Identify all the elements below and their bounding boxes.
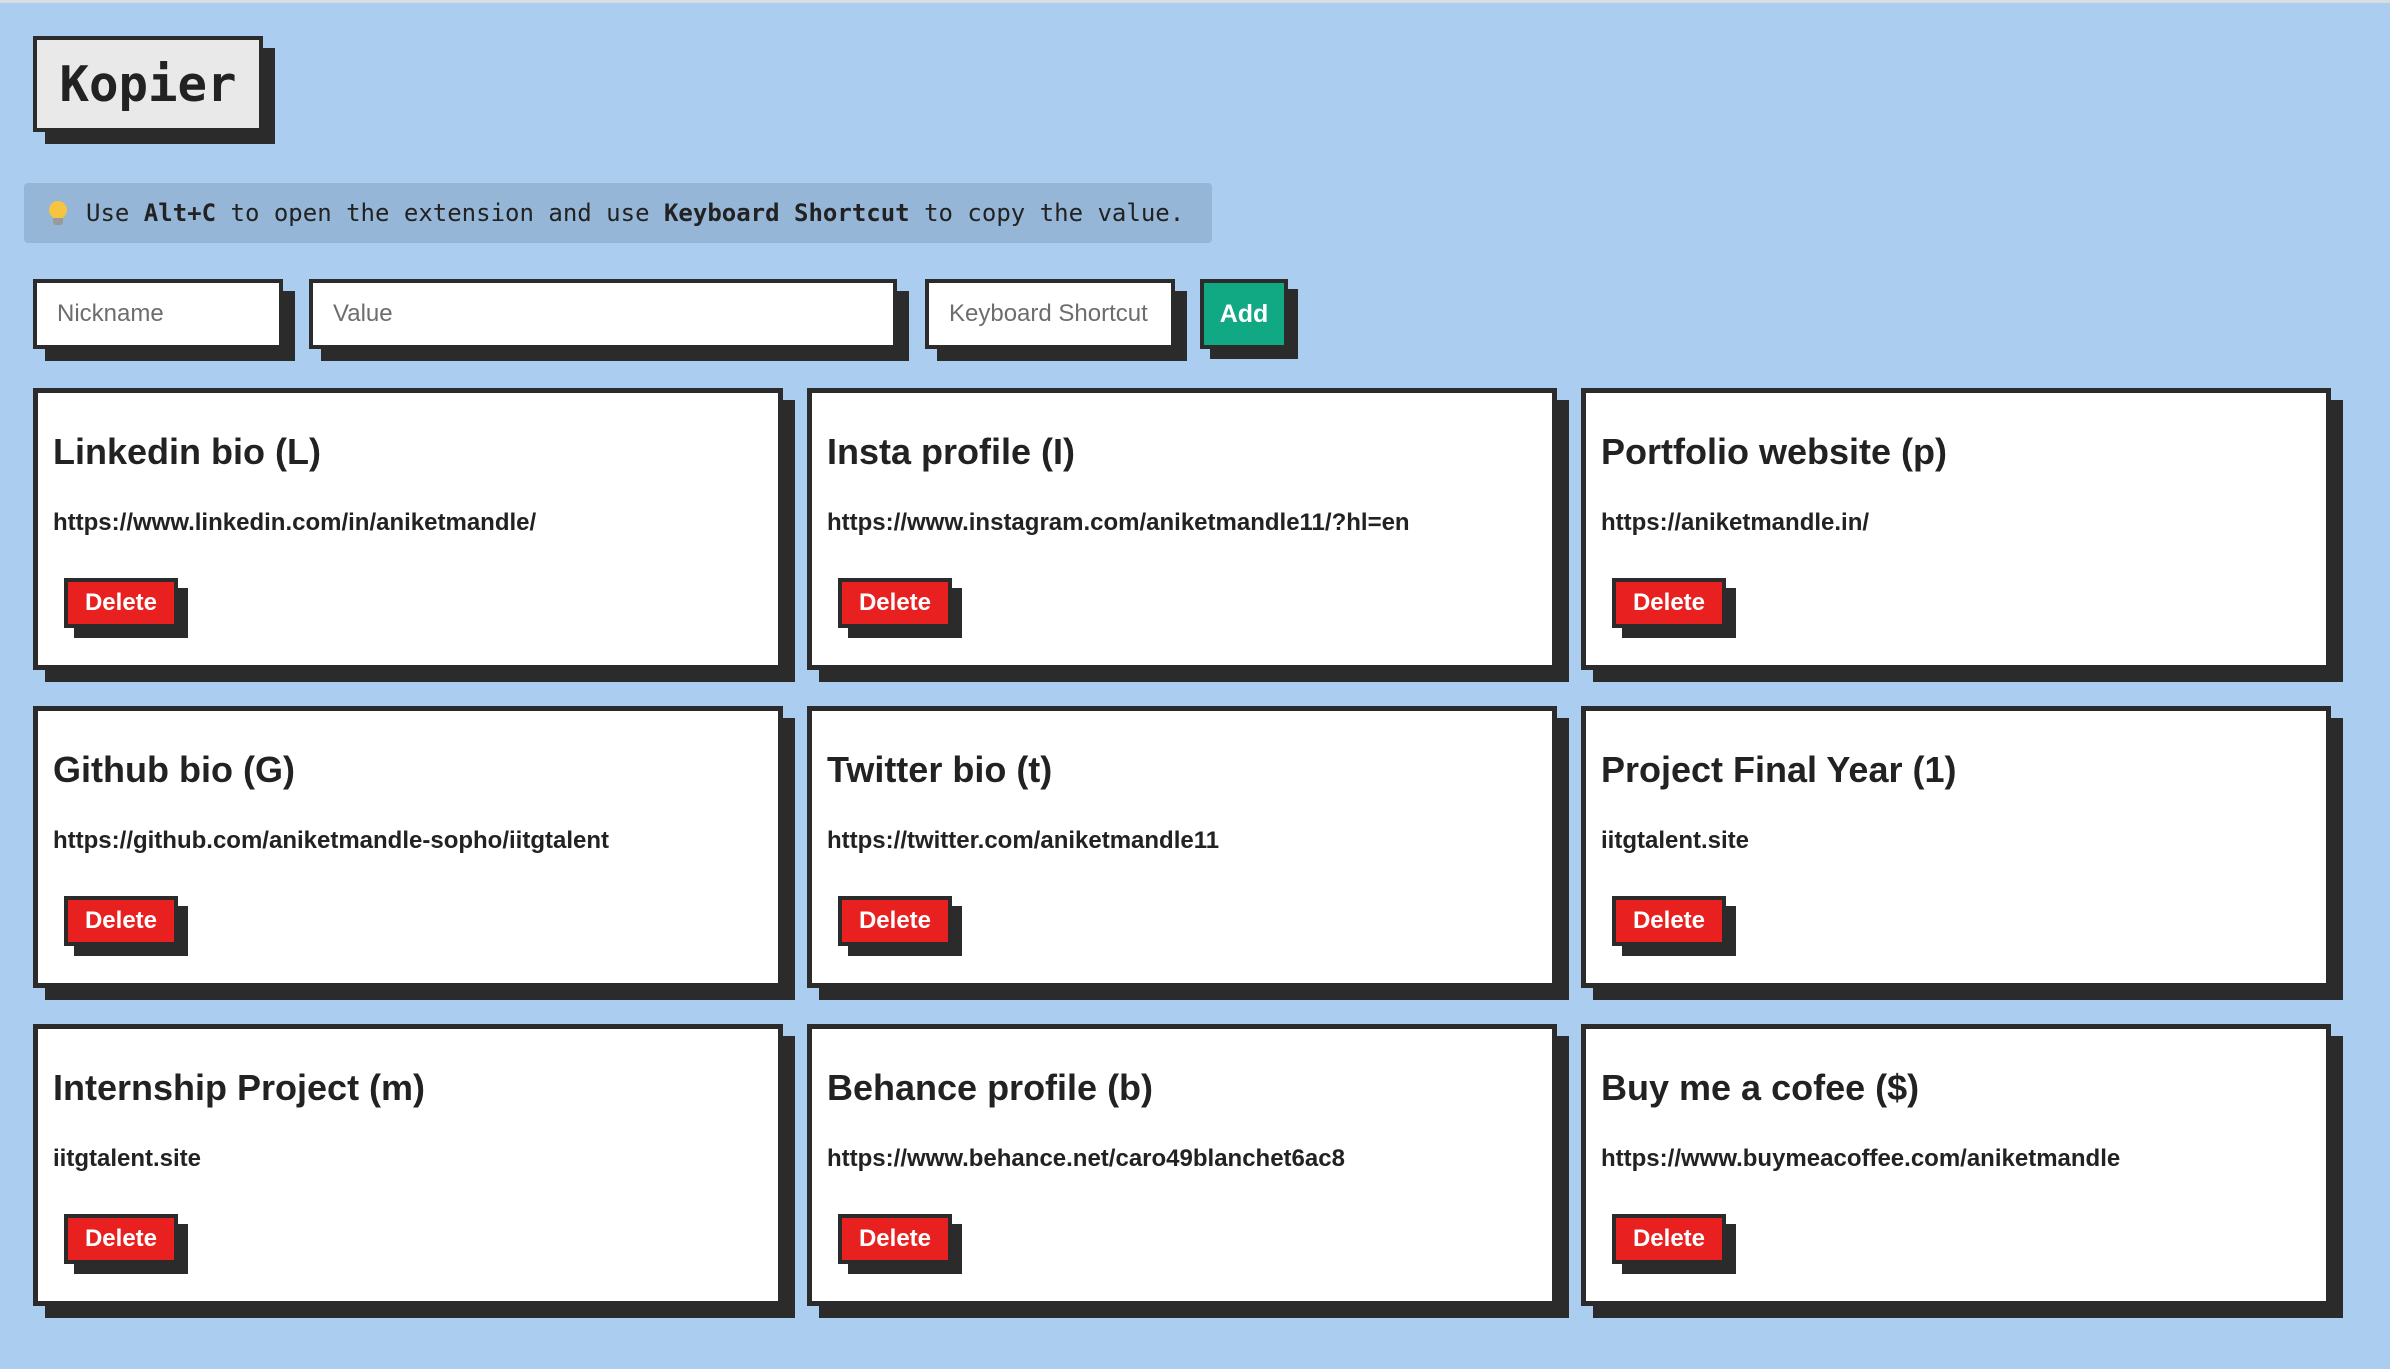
value-input[interactable] [309,279,897,349]
delete-button[interactable]: Delete [1612,896,1726,946]
shortcut-card[interactable]: Github bio (G) https://github.com/aniket… [33,706,783,988]
delete-button[interactable]: Delete [1612,578,1726,628]
card-value: iitgtalent.site [1601,827,1750,854]
hint-prefix: Use [86,199,144,227]
card-value: https://www.buymeacoffee.com/aniketmandl… [1601,1145,2121,1172]
shortcut-card[interactable]: Internship Project (m) iitgtalent.site D… [33,1024,783,1306]
hint-key-open: Alt+C [143,199,217,227]
card-title: Behance profile (b) [827,1067,1154,1108]
delete-button[interactable]: Delete [838,578,952,628]
delete-button[interactable]: Delete [64,1214,178,1264]
card-title: Linkedin bio (L) [53,431,321,472]
app-title: Kopier [33,36,263,132]
delete-button[interactable]: Delete [1612,1214,1726,1264]
shortcut-card[interactable]: Buy me a cofee ($) https://www.buymeacof… [1581,1024,2331,1306]
card-value: https://www.linkedin.com/in/aniketmandle… [53,509,537,536]
delete-button[interactable]: Delete [64,578,178,628]
keyboard-shortcut-input[interactable] [925,279,1175,349]
hint-middle: to open the extension and use [216,199,664,227]
card-value: https://aniketmandle.in/ [1601,509,1870,536]
delete-button[interactable]: Delete [64,896,178,946]
card-value: https://twitter.com/aniketmandle11 [827,827,1220,854]
card-value: iitgtalent.site [53,1145,202,1172]
card-title: Buy me a cofee ($) [1601,1067,1920,1108]
shortcut-card[interactable]: Twitter bio (t) https://twitter.com/anik… [807,706,1557,988]
hint-bar: Use Alt+C to open the extension and use … [24,183,1212,243]
hint-suffix: to copy the value. [909,199,1185,227]
shortcut-card[interactable]: Project Final Year (1) iitgtalent.site D… [1581,706,2331,988]
app-root: Kopier Use Alt+C to open the extension a… [0,3,2390,1369]
card-title: Portfolio website (p) [1601,431,1947,472]
card-value: https://www.instagram.com/aniketmandle11… [827,509,1410,536]
card-title: Project Final Year (1) [1601,749,1957,790]
card-title: Internship Project (m) [53,1067,426,1108]
card-title: Twitter bio (t) [827,749,1053,790]
shortcut-card[interactable]: Portfolio website (p) https://aniketmand… [1581,388,2331,670]
lightbulb-icon [48,201,68,225]
card-value: https://github.com/aniketmandle-sopho/ii… [53,827,609,854]
shortcut-card[interactable]: Insta profile (I) https://www.instagram.… [807,388,1557,670]
delete-button[interactable]: Delete [838,896,952,946]
card-value: https://www.behance.net/caro49blanchet6a… [827,1145,1345,1172]
card-title: Insta profile (I) [827,431,1076,472]
nickname-input[interactable] [33,279,283,349]
add-button[interactable]: Add [1200,279,1288,349]
shortcut-card[interactable]: Linkedin bio (L) https://www.linkedin.co… [33,388,783,670]
delete-button[interactable]: Delete [838,1214,952,1264]
shortcut-card[interactable]: Behance profile (b) https://www.behance.… [807,1024,1557,1306]
hint-key-shortcut: Keyboard Shortcut [663,199,910,227]
card-title: Github bio (G) [53,749,295,790]
